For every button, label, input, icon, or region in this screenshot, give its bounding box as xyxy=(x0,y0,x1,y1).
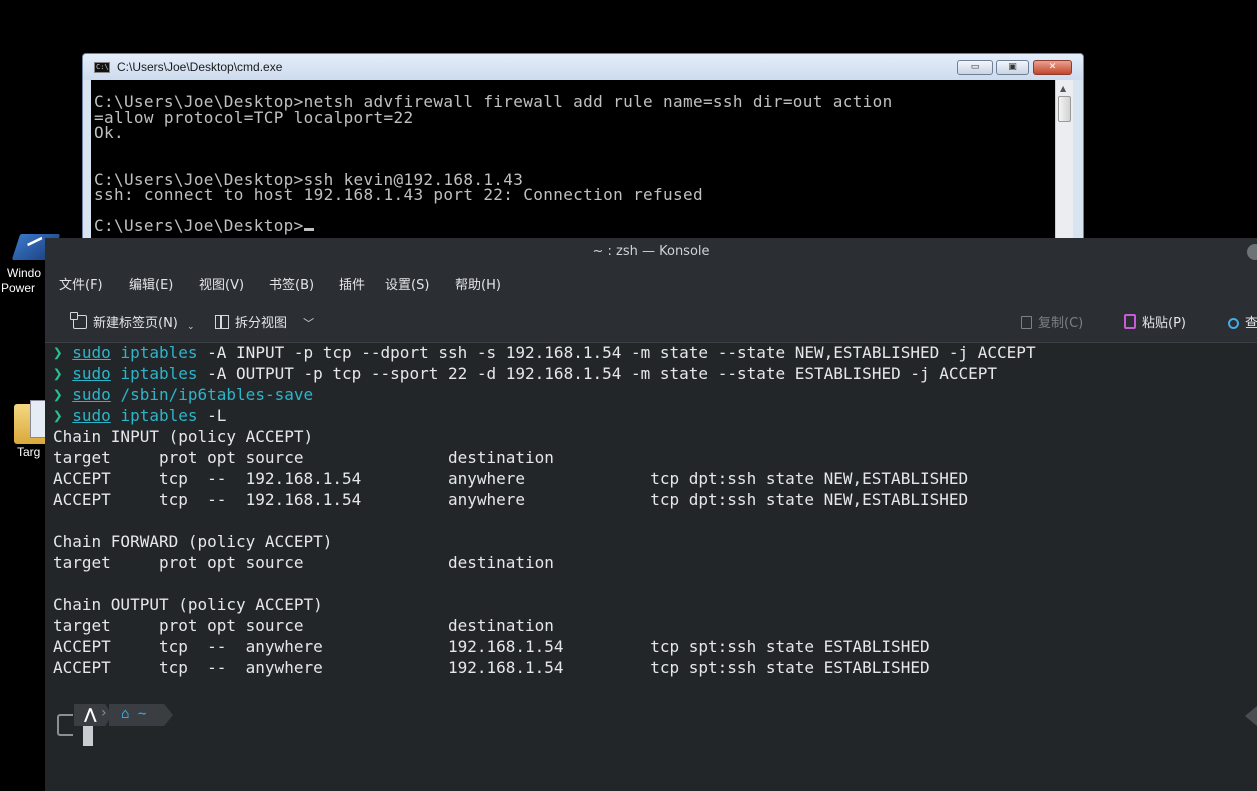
output-line: Chain INPUT (policy ACCEPT) xyxy=(53,427,314,446)
command-args: -A INPUT -p tcp --dport ssh -s 192.168.1… xyxy=(197,343,1036,362)
output-line: target prot opt source destination xyxy=(53,448,554,467)
arch-linux-icon: ⋀ xyxy=(84,705,97,723)
menu-help[interactable]: 帮助(H) xyxy=(455,274,501,293)
copy-icon xyxy=(1021,316,1032,329)
current-dir: ~ xyxy=(137,706,147,722)
command-line: ❯ sudo iptables -L xyxy=(53,405,226,426)
cmd-prompt: C:\Users\Joe\Desktop> xyxy=(94,216,304,235)
cmd-window-title: C:\Users\Joe\Desktop\cmd.exe xyxy=(117,60,283,74)
command-line: ❯ sudo /sbin/ip6tables-save xyxy=(53,384,313,405)
home-icon: ⌂ ~ xyxy=(121,706,146,722)
desktop-icon-label: Power xyxy=(1,281,36,295)
command-args: -A OUTPUT -p tcp --sport 22 -d 192.168.1… xyxy=(197,364,998,383)
maximize-button[interactable]: ▣ xyxy=(996,60,1029,75)
menu-plugins[interactable]: 插件 xyxy=(339,274,365,293)
terminal-area[interactable]: ❯ sudo iptables -A INPUT -p tcp --dport … xyxy=(45,342,1257,791)
search-icon xyxy=(1228,318,1239,329)
terminal-cursor xyxy=(83,726,93,746)
split-view-button[interactable]: 拆分视图 ﹀ xyxy=(215,312,314,331)
menu-file[interactable]: 文件(F) xyxy=(59,274,103,293)
cmd-titlebar[interactable]: C:\ C:\Users\Joe\Desktop\cmd.exe ▭ ▣ ✕ xyxy=(83,54,1083,80)
prompt-arrow: ❯ xyxy=(53,343,63,362)
window-control-icon[interactable] xyxy=(1247,244,1257,260)
prompt-frame xyxy=(57,714,73,736)
output-line: ACCEPT tcp -- anywhere 192.168.1.54 tcp … xyxy=(53,637,930,656)
command-line: ❯ sudo iptables -A INPUT -p tcp --dport … xyxy=(53,342,1036,363)
cmd-cursor xyxy=(303,228,314,231)
command-args: -L xyxy=(197,406,227,425)
cmd-window[interactable]: C:\ C:\Users\Joe\Desktop\cmd.exe ▭ ▣ ✕ C… xyxy=(82,53,1084,268)
command-name: iptables xyxy=(120,406,198,425)
paste-icon xyxy=(1124,314,1136,329)
paste-button[interactable]: 粘贴(P) xyxy=(1124,312,1186,331)
new-tab-button[interactable]: 新建标签页(N) xyxy=(70,312,178,331)
split-view-label: 拆分视图 xyxy=(235,316,288,331)
new-tab-icon xyxy=(70,312,87,329)
new-tab-menu-chevron-icon[interactable]: ⌄ xyxy=(187,322,195,332)
find-label: 查 xyxy=(1245,316,1257,331)
cmd-line xyxy=(94,141,893,157)
output-line: target prot opt source destination xyxy=(53,616,554,635)
konsole-window[interactable]: ~ : zsh — Konsole 文件(F) 编辑(E) 视图(V) 书签(B… xyxy=(45,238,1257,791)
prompt-arrow: ❯ xyxy=(53,406,63,425)
scroll-thumb[interactable] xyxy=(1058,96,1071,122)
home-glyph: ⌂ xyxy=(121,706,130,722)
scroll-up-icon[interactable]: ▲ xyxy=(1060,84,1066,93)
cmd-line: Ok. xyxy=(94,123,124,142)
menu-settings[interactable]: 设置(S) xyxy=(385,274,429,293)
menu-view[interactable]: 视图(V) xyxy=(199,274,244,293)
sudo-link[interactable]: sudo xyxy=(72,343,111,362)
cmd-app-icon: C:\ xyxy=(94,62,110,73)
output-line: target prot opt source destination xyxy=(53,553,554,572)
command-name: /sbin/ip6tables-save xyxy=(120,385,314,404)
close-button[interactable]: ✕ xyxy=(1033,60,1072,75)
konsole-window-title: ~ : zsh — Konsole xyxy=(592,244,710,259)
output-line: ACCEPT tcp -- 192.168.1.54 anywhere tcp … xyxy=(53,469,969,488)
split-view-icon xyxy=(215,315,229,329)
menu-edit[interactable]: 编辑(E) xyxy=(129,274,173,293)
menu-bookmarks[interactable]: 书签(B) xyxy=(269,274,314,293)
new-tab-label: 新建标签页(N) xyxy=(93,316,178,331)
right-prompt-segment xyxy=(1245,706,1257,726)
cmd-line: ssh: connect to host 192.168.1.43 port 2… xyxy=(94,185,703,204)
prompt-arrow: ❯ xyxy=(53,364,63,383)
konsole-titlebar[interactable]: ~ : zsh — Konsole xyxy=(45,238,1257,266)
sudo-link[interactable]: sudo xyxy=(72,364,111,383)
copy-button[interactable]: 复制(C) xyxy=(1021,312,1083,331)
find-button[interactable]: 查 xyxy=(1228,312,1257,331)
cmd-output: C:\Users\Joe\Desktop>netsh advfirewall f… xyxy=(94,94,893,234)
desktop-icon-label: Windo xyxy=(7,266,42,280)
prompt-arrow: ❯ xyxy=(53,385,63,404)
cmd-prompt-line: C:\Users\Joe\Desktop> xyxy=(94,218,893,234)
menubar: 文件(F) 编辑(E) 视图(V) 书签(B) 插件 设置(S) 帮助(H) xyxy=(45,266,1257,300)
command-name: iptables xyxy=(120,343,198,362)
copy-label: 复制(C) xyxy=(1038,316,1084,331)
output-line: Chain OUTPUT (policy ACCEPT) xyxy=(53,595,323,614)
toolbar: 新建标签页(N) ⌄ 拆分视图 ﹀ 复制(C) 粘贴(P) 查 xyxy=(45,300,1257,343)
minimize-button[interactable]: ▭ xyxy=(957,60,993,75)
sudo-link[interactable]: sudo xyxy=(72,406,111,425)
command-line: ❯ sudo iptables -A OUTPUT -p tcp --sport… xyxy=(53,363,997,384)
chevron-down-icon: ﹀ xyxy=(303,317,315,330)
cmd-line: =allow protocol=TCP localport=22 xyxy=(94,107,414,127)
command-name: iptables xyxy=(120,364,198,383)
separator-icon: › xyxy=(101,705,107,721)
prompt-dir-segment: ⌂ ~ xyxy=(109,704,173,726)
desktop-icon-label: Targ xyxy=(17,445,41,459)
sudo-link[interactable]: sudo xyxy=(72,385,111,404)
paste-label: 粘贴(P) xyxy=(1142,316,1186,331)
output-line: ACCEPT tcp -- anywhere 192.168.1.54 tcp … xyxy=(53,658,930,677)
output-line: Chain FORWARD (policy ACCEPT) xyxy=(53,532,333,551)
output-line: ACCEPT tcp -- 192.168.1.54 anywhere tcp … xyxy=(53,490,969,509)
prompt-os-segment: ⋀ › xyxy=(74,704,112,726)
